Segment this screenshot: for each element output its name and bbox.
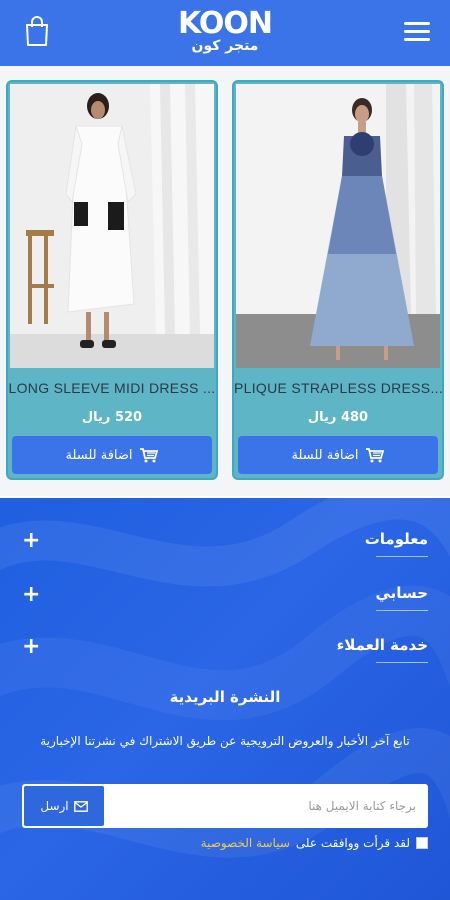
app-header: KOON متجر كون [0, 0, 450, 66]
footer-section-title[interactable]: خدمة العملاء [337, 636, 428, 654]
send-label: ارسل [40, 799, 69, 813]
newsletter-description: تابع آخر الأخبار والعروض الترويجية عن طر… [40, 734, 410, 748]
shopping-bag-icon[interactable] [24, 15, 50, 47]
footer-section-customer-service[interactable]: + خدمة العملاء [0, 636, 450, 666]
email-input[interactable] [104, 784, 428, 828]
agree-checkbox[interactable] [416, 837, 428, 849]
add-to-cart-button[interactable]: اضافة للسلة [12, 436, 212, 474]
product-name[interactable]: PLIQUE STRAPLESS DRESS... [234, 380, 442, 396]
add-to-cart-label: اضافة للسلة [291, 447, 359, 463]
product-card[interactable]: PLIQUE STRAPLESS DRESS... 480 ريال اضافة… [232, 80, 444, 480]
privacy-policy-link[interactable]: سياسة الخصوصية [201, 836, 290, 850]
expand-plus-icon[interactable]: + [22, 584, 40, 606]
section-divider [376, 662, 428, 663]
section-divider [376, 610, 428, 611]
cart-icon [139, 448, 158, 463]
envelope-icon [73, 800, 88, 812]
logo-main-text: KOON [177, 6, 273, 41]
hamburger-menu-icon[interactable] [404, 22, 432, 44]
product-image[interactable] [236, 84, 440, 368]
footer-section-title[interactable]: معلومات [365, 530, 428, 548]
newsletter-form: ارسل [22, 784, 428, 828]
product-price: 520 ريال [81, 410, 143, 425]
site-footer: + معلومات + حسابي + خدمة العملاء النشرة … [0, 498, 450, 900]
agree-text: لقد قرأت ووافقت على [295, 836, 410, 850]
product-card[interactable]: LONG SLEEVE MIDI DRESS ... 520 ريال اضاف… [6, 80, 218, 480]
product-price: 480 ريال [307, 410, 369, 425]
expand-plus-icon[interactable]: + [22, 636, 40, 658]
footer-section-account[interactable]: + حسابي [0, 584, 450, 614]
brand-logo[interactable]: KOON متجر كون [175, 8, 275, 58]
section-divider [376, 556, 428, 557]
add-to-cart-label: اضافة للسلة [65, 447, 133, 463]
expand-plus-icon[interactable]: + [22, 530, 40, 552]
product-name[interactable]: LONG SLEEVE MIDI DRESS ... [8, 380, 216, 396]
product-image[interactable] [10, 84, 214, 368]
privacy-agreement: لقد قرأت ووافقت على سياسة الخصوصية [201, 836, 428, 850]
footer-section-info[interactable]: + معلومات [0, 530, 450, 560]
newsletter-title: النشرة البريدية [169, 688, 281, 706]
add-to-cart-button[interactable]: اضافة للسلة [238, 436, 438, 474]
footer-section-title[interactable]: حسابي [375, 584, 428, 602]
cart-icon [365, 448, 384, 463]
send-button[interactable]: ارسل [24, 786, 104, 826]
